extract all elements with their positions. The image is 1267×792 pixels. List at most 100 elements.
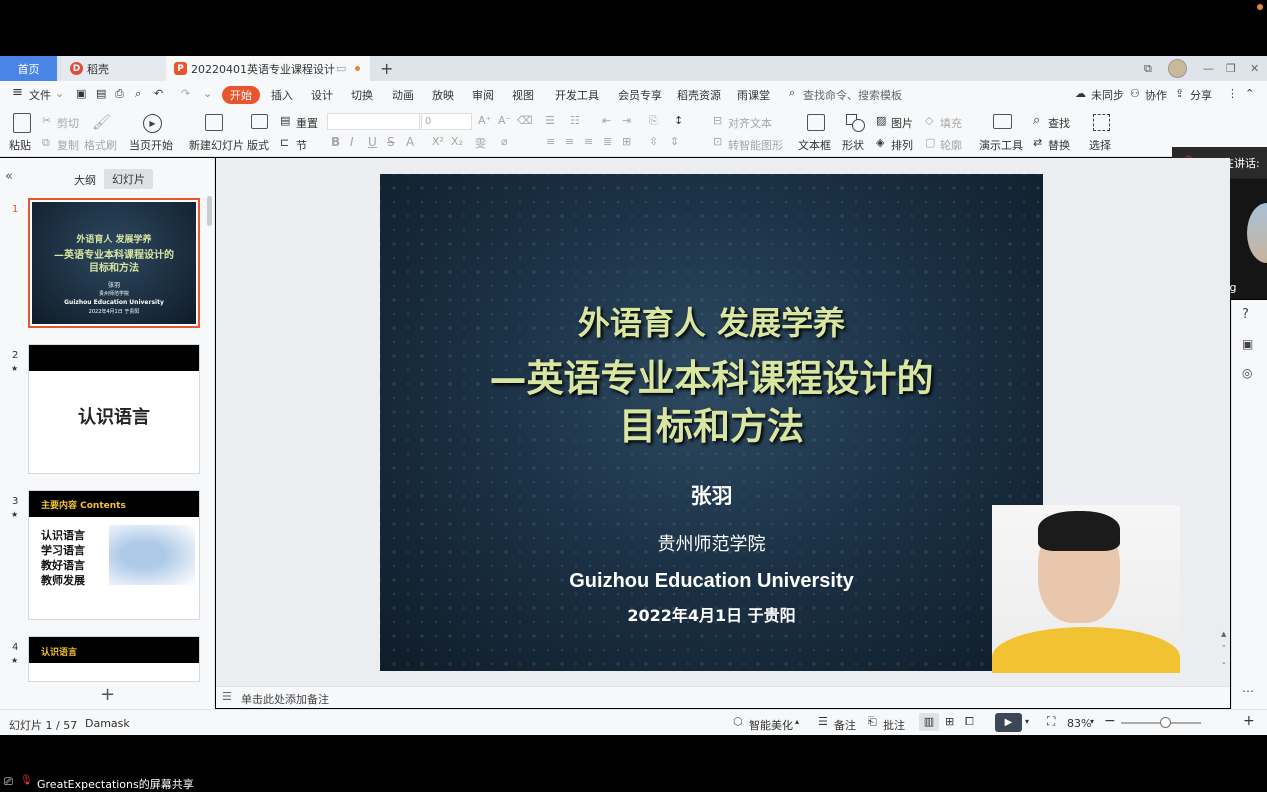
normal-view-icon[interactable]: ▥ bbox=[919, 713, 939, 731]
arrange-button[interactable]: 排列 bbox=[891, 137, 913, 153]
redo-icon[interactable]: ↷ bbox=[181, 87, 190, 100]
menu-slideshow[interactable]: 放映 bbox=[432, 87, 454, 103]
font-color-icon[interactable]: A bbox=[406, 135, 414, 149]
picture-button[interactable]: 图片 bbox=[891, 115, 913, 131]
bullets-icon[interactable]: ☰ bbox=[545, 114, 555, 127]
more-icon[interactable]: ⋮ bbox=[1227, 87, 1238, 100]
arrange-icon[interactable]: ◈ bbox=[876, 136, 884, 149]
print-icon[interactable]: ⎙ bbox=[115, 87, 124, 101]
current-slide[interactable]: 外语育人 发展学养 —英语专业本科课程设计的 目标和方法 张羽 贵州师范学院 G… bbox=[380, 174, 1043, 671]
replace-icon[interactable]: ⇄ bbox=[1033, 136, 1042, 149]
zoom-out-icon[interactable]: − bbox=[1104, 713, 1116, 729]
new-slide-button[interactable]: 新建幻灯片 bbox=[189, 137, 244, 153]
hamburger-icon[interactable]: ≡ bbox=[12, 85, 23, 100]
copy-icon[interactable]: ⧉ bbox=[42, 136, 50, 150]
next-slide-icon[interactable]: ⌄ bbox=[1221, 658, 1227, 666]
menu-view[interactable]: 视图 bbox=[512, 87, 534, 103]
from-current-button[interactable]: 当页开始 bbox=[129, 137, 173, 153]
sort-icon[interactable]: ↕ bbox=[674, 114, 683, 127]
new-tab-button[interactable]: + bbox=[380, 56, 393, 81]
align-text-button[interactable]: 对齐文本 bbox=[728, 115, 772, 131]
play-from-current-icon[interactable]: ▶ bbox=[143, 114, 162, 133]
outline-icon[interactable]: ▢ bbox=[925, 136, 935, 149]
numbering-icon[interactable]: ☷ bbox=[570, 114, 580, 127]
share-icon[interactable]: ⇪ bbox=[1175, 87, 1184, 100]
textbox-button[interactable]: 文本框 bbox=[798, 137, 831, 153]
tab-daoke[interactable]: D 稻壳 bbox=[62, 56, 166, 81]
window-layout-icon[interactable]: ⧉ bbox=[1144, 56, 1152, 81]
strikethrough-icon[interactable]: S bbox=[387, 135, 395, 149]
cloud-sync-icon[interactable]: ☁ bbox=[1075, 87, 1086, 100]
presenter-tools-button[interactable]: 演示工具 bbox=[979, 137, 1023, 153]
export-pdf-icon[interactable]: ▤ bbox=[96, 87, 106, 100]
layout-icon[interactable] bbox=[251, 114, 268, 129]
picture-icon[interactable]: ▨ bbox=[876, 114, 886, 127]
play-slideshow-button[interactable]: ▶ bbox=[995, 713, 1022, 732]
para-spacing-icon[interactable]: ⇕ bbox=[670, 135, 679, 148]
collaborate-button[interactable]: 协作 bbox=[1145, 87, 1167, 103]
comments-button[interactable]: 批注 bbox=[883, 717, 905, 733]
tab-slides[interactable]: 幻灯片 bbox=[104, 169, 153, 189]
scroll-up-icon[interactable]: ▲ bbox=[1221, 630, 1226, 638]
find-button[interactable]: 查找 bbox=[1048, 115, 1070, 131]
notes-toggle-button[interactable]: 备注 bbox=[834, 717, 856, 733]
presenter-tools-icon[interactable] bbox=[993, 114, 1012, 129]
copy-button[interactable]: 复制 bbox=[57, 137, 79, 153]
fit-window-icon[interactable]: ⛶ bbox=[1047, 714, 1055, 729]
fill-button[interactable]: 填充 bbox=[940, 115, 962, 131]
comments-icon[interactable]: ⎗ bbox=[868, 715, 877, 729]
slide-thumbnail-4[interactable]: 认识语言 bbox=[28, 636, 200, 682]
justify-icon[interactable]: ≣ bbox=[603, 135, 612, 148]
cut-button[interactable]: 剪切 bbox=[57, 115, 79, 131]
reset-button[interactable]: 重置 bbox=[296, 115, 318, 131]
command-search-input[interactable]: 查找命令、搜索模板 bbox=[803, 87, 902, 103]
align-text-icon[interactable]: ⊟ bbox=[713, 114, 722, 127]
menu-home[interactable]: 开始 bbox=[222, 86, 260, 104]
align-center-icon[interactable]: ≡ bbox=[565, 135, 574, 148]
font-name-select[interactable] bbox=[327, 113, 420, 130]
close-icon[interactable]: ✕ bbox=[1250, 56, 1259, 81]
search-icon[interactable]: ⌕ bbox=[789, 86, 795, 100]
slide-thumbnail-3[interactable]: 主要内容 Contents 认识语言 学习语言 教好语言 教师发展 bbox=[28, 490, 200, 620]
cut-icon[interactable]: ✂ bbox=[42, 114, 51, 127]
location-icon[interactable]: ◎ bbox=[1242, 366, 1252, 380]
notes-toggle-icon[interactable]: ☰ bbox=[818, 715, 828, 728]
font-size-select[interactable]: 0 bbox=[421, 113, 472, 130]
user-avatar[interactable] bbox=[1168, 59, 1187, 78]
chevron-up-icon[interactable]: ▴ bbox=[795, 717, 799, 726]
notes-bar[interactable]: ☰ 单击此处添加备注 bbox=[216, 686, 1230, 708]
align-left-icon[interactable]: ≡ bbox=[546, 135, 555, 148]
format-painter-icon[interactable]: 🖌 bbox=[92, 113, 111, 131]
pin-icon[interactable]: ▭ bbox=[336, 62, 346, 75]
reading-view-icon[interactable]: ⧠ bbox=[965, 715, 974, 729]
customize-icon[interactable]: ⌄ bbox=[203, 87, 212, 100]
collapse-panel-icon[interactable]: « bbox=[5, 169, 13, 184]
restore-icon[interactable]: ❐ bbox=[1226, 56, 1236, 81]
new-slide-icon[interactable] bbox=[205, 114, 223, 131]
replace-button[interactable]: 替换 bbox=[1048, 137, 1070, 153]
menu-insert[interactable]: 插入 bbox=[271, 87, 293, 103]
line-spacing-icon[interactable]: ⇳ bbox=[649, 135, 658, 148]
distribute-icon[interactable]: ⊞ bbox=[622, 135, 631, 148]
decrease-font-icon[interactable]: A⁻ bbox=[498, 114, 511, 127]
bold-icon[interactable]: B bbox=[331, 135, 340, 149]
unsynced-status[interactable]: 未同步 bbox=[1091, 87, 1124, 103]
menu-animation[interactable]: 动画 bbox=[392, 87, 414, 103]
align-right-icon[interactable]: ≡ bbox=[584, 135, 593, 148]
zoom-slider-thumb[interactable] bbox=[1160, 717, 1171, 728]
beautify-button[interactable]: 智能美化 bbox=[749, 717, 793, 733]
indent-increase-icon[interactable]: ⇥ bbox=[622, 114, 631, 127]
tab-home[interactable]: 首页 bbox=[0, 56, 57, 81]
superscript-icon[interactable]: X² bbox=[432, 135, 444, 148]
select-icon[interactable] bbox=[1093, 114, 1110, 131]
format-painter-button[interactable]: 格式刷 bbox=[84, 137, 117, 153]
menu-design[interactable]: 设计 bbox=[311, 87, 333, 103]
underline-icon[interactable]: U bbox=[368, 135, 377, 149]
chevron-down-icon[interactable]: ▾ bbox=[1025, 717, 1029, 726]
more-options-icon[interactable]: ⋯ bbox=[1242, 684, 1254, 698]
add-slide-button[interactable]: + bbox=[100, 684, 115, 705]
highlight-icon[interactable]: ⌀ bbox=[501, 135, 508, 148]
layout-button[interactable]: 版式 bbox=[247, 137, 269, 153]
review-icon[interactable]: ▣ bbox=[1242, 337, 1253, 351]
grid-view-icon[interactable]: ⊞ bbox=[945, 715, 954, 728]
